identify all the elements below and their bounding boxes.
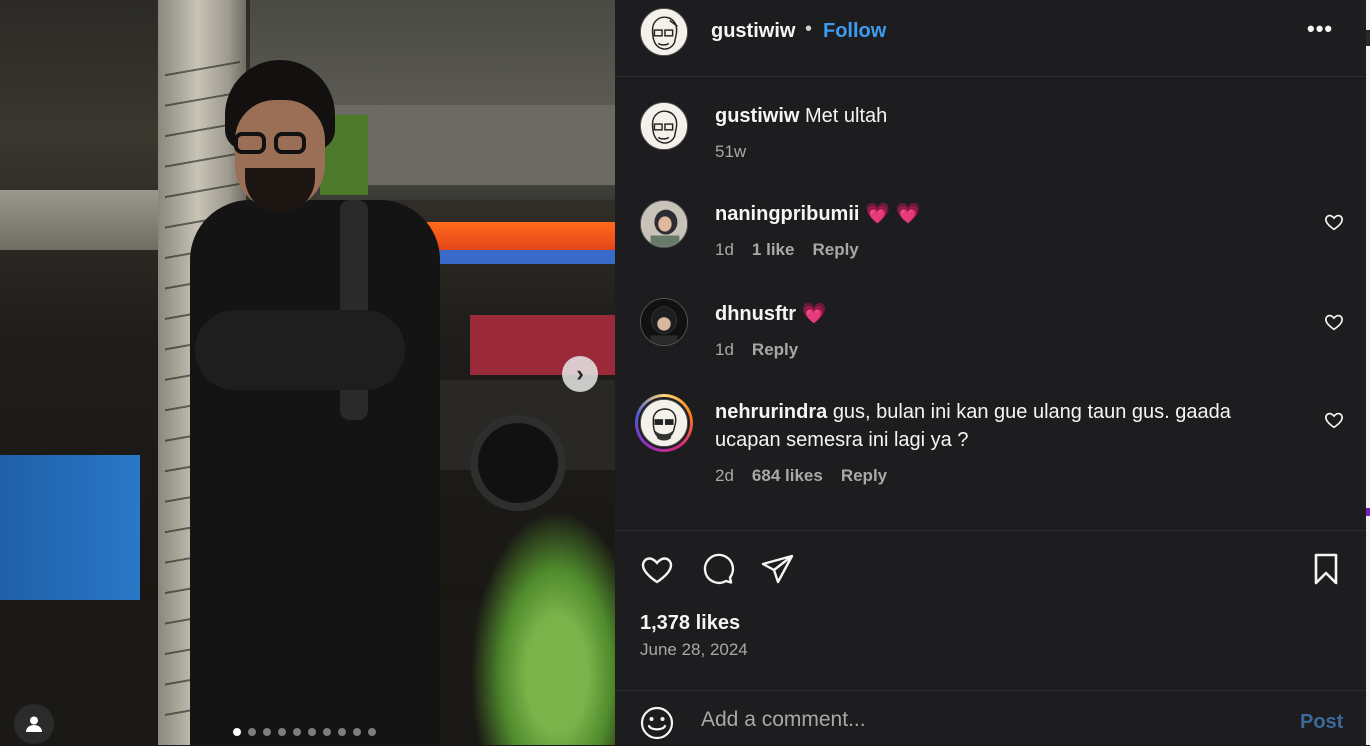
reply-button[interactable]: Reply bbox=[812, 240, 858, 260]
comment-meta: 2d 684 likes Reply bbox=[715, 466, 887, 486]
photo-bg-wheel bbox=[470, 415, 566, 511]
comment-likes[interactable]: 1 like bbox=[752, 240, 795, 260]
carousel-dots bbox=[233, 728, 376, 736]
edge-mark bbox=[1366, 30, 1370, 46]
comment-bubble-icon[interactable] bbox=[700, 551, 736, 587]
chevron-right-icon: › bbox=[576, 361, 584, 386]
carousel-dot bbox=[368, 728, 376, 736]
reply-button[interactable]: Reply bbox=[752, 340, 798, 360]
carousel-next-button[interactable]: › bbox=[562, 356, 598, 392]
story-ring[interactable] bbox=[635, 394, 693, 452]
person-glasses bbox=[230, 132, 320, 154]
caption-meta: 51w bbox=[715, 142, 746, 162]
post-details-panel: gustiwiw • Follow ••• gustiwiw Met ultah bbox=[615, 0, 1366, 745]
save-bookmark-icon[interactable] bbox=[1308, 551, 1344, 587]
carousel-dot bbox=[323, 728, 331, 736]
user-photo-avatar-icon bbox=[641, 299, 687, 345]
user-photo-avatar-icon bbox=[641, 201, 687, 247]
caricature-avatar-icon bbox=[641, 103, 687, 149]
add-comment-input[interactable] bbox=[699, 703, 1263, 737]
avatar[interactable] bbox=[640, 298, 688, 346]
comment-text: naningpribumii 💗 💗 bbox=[715, 200, 1275, 228]
post-photo: › bbox=[0, 0, 615, 745]
avatar[interactable] bbox=[640, 102, 688, 150]
caption-text: gustiwiw Met ultah bbox=[715, 102, 1275, 130]
comment-text: nehrurindra gus, bulan ini kan gue ulang… bbox=[715, 398, 1275, 454]
avatar bbox=[640, 399, 688, 447]
add-comment-bar: Post bbox=[615, 690, 1366, 746]
caption-body: Met ultah bbox=[805, 105, 888, 127]
like-comment-heart-icon[interactable] bbox=[1323, 211, 1345, 233]
carousel-dot bbox=[293, 728, 301, 736]
photo-person bbox=[190, 60, 450, 745]
person-body bbox=[190, 200, 440, 745]
author-username[interactable]: gustiwiw bbox=[711, 20, 795, 43]
carousel-dot bbox=[233, 728, 241, 736]
like-comment-heart-icon[interactable] bbox=[1323, 311, 1345, 333]
likes-count[interactable]: 1,378 likes bbox=[640, 612, 740, 635]
heart-emoji-icon: 💗 bbox=[801, 303, 827, 325]
post-header: gustiwiw • Follow ••• bbox=[615, 0, 1366, 77]
comment-time[interactable]: 2d bbox=[715, 466, 734, 486]
comment-username[interactable]: dhnusftr bbox=[715, 303, 796, 325]
post-comment-button[interactable]: Post bbox=[1300, 711, 1343, 734]
avatar[interactable] bbox=[640, 8, 688, 56]
reply-button[interactable]: Reply bbox=[841, 466, 887, 486]
comment-username[interactable]: nehrurindra bbox=[715, 401, 827, 423]
carousel-dot bbox=[248, 728, 256, 736]
avatar[interactable] bbox=[640, 200, 688, 248]
caption-time[interactable]: 51w bbox=[715, 142, 746, 162]
photo-bg-stall-roof bbox=[0, 190, 175, 250]
follow-button[interactable]: Follow bbox=[823, 20, 886, 43]
comment-meta: 1d 1 like Reply bbox=[715, 240, 859, 260]
caption-username[interactable]: gustiwiw bbox=[715, 105, 799, 127]
caricature-avatar-icon bbox=[641, 9, 687, 55]
carousel-dot bbox=[278, 728, 286, 736]
comment-username[interactable]: naningpribumii bbox=[715, 203, 859, 225]
comments-list: gustiwiw Met ultah 51w naningpribumii � bbox=[615, 78, 1366, 526]
caricature-avatar-icon bbox=[641, 400, 687, 446]
edge-mark bbox=[1366, 508, 1370, 516]
carousel-dot bbox=[308, 728, 316, 736]
comment-time[interactable]: 1d bbox=[715, 340, 734, 360]
comment-meta: 1d Reply bbox=[715, 340, 798, 360]
more-options-icon[interactable]: ••• bbox=[1307, 16, 1333, 42]
emoji-smiley-icon[interactable] bbox=[639, 705, 675, 741]
comment-likes[interactable]: 684 likes bbox=[752, 466, 823, 486]
post-actions bbox=[615, 530, 1366, 611]
separator-dot: • bbox=[805, 18, 813, 40]
carousel-dot bbox=[263, 728, 271, 736]
heart-emoji-icon: 💗 💗 bbox=[865, 203, 921, 225]
window-edge bbox=[1366, 0, 1370, 745]
user-icon bbox=[26, 716, 42, 732]
like-heart-icon[interactable] bbox=[639, 551, 675, 587]
like-comment-heart-icon[interactable] bbox=[1323, 409, 1345, 431]
photo-bg-plant bbox=[470, 510, 615, 745]
comment-time[interactable]: 1d bbox=[715, 240, 734, 260]
share-paper-plane-icon[interactable] bbox=[760, 551, 796, 587]
post-date[interactable]: June 28, 2024 bbox=[640, 640, 748, 660]
comment-text: dhnusftr 💗 bbox=[715, 300, 1275, 328]
person-arms bbox=[195, 310, 405, 390]
carousel-dot bbox=[338, 728, 346, 736]
tagged-users-button[interactable] bbox=[14, 704, 54, 744]
carousel-dot bbox=[353, 728, 361, 736]
